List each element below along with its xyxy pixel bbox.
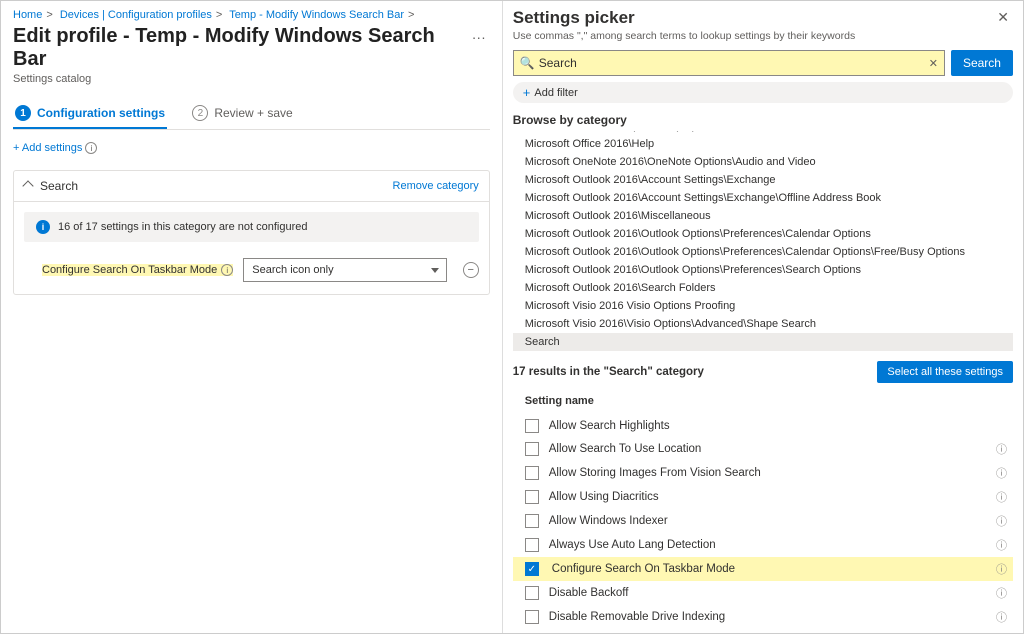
crumb-devices[interactable]: Devices | Configuration profiles bbox=[60, 9, 212, 21]
unconfigured-notice: i 16 of 17 settings in this category are… bbox=[24, 212, 479, 242]
checkbox[interactable] bbox=[525, 538, 539, 552]
setting-name: Always Use Auto Lang Detection bbox=[549, 539, 990, 551]
settings-list[interactable]: Allow Search Highlights Allow Search To U… bbox=[513, 415, 1013, 629]
tab-review-save[interactable]: 2Review + save bbox=[190, 99, 294, 127]
panel-subtitle: Use commas "," among search terms to loo… bbox=[513, 30, 1013, 42]
page-subtitle: Settings catalog bbox=[13, 73, 468, 85]
setting-name: Allow Using Diacritics bbox=[549, 491, 990, 503]
setting-row[interactable]: Allow Windows Indexer ⓘ bbox=[513, 509, 1013, 533]
checkbox[interactable] bbox=[525, 442, 539, 456]
category-item[interactable]: Microsoft OneNote 2016\OneNote Options\A… bbox=[513, 153, 1013, 171]
crumb-profile[interactable]: Temp - Modify Windows Search Bar bbox=[229, 9, 404, 21]
info-icon[interactable]: ⓘ bbox=[996, 465, 1007, 481]
setting-row[interactable]: Always Use Auto Lang Detection ⓘ bbox=[513, 533, 1013, 557]
checkbox[interactable] bbox=[525, 419, 539, 433]
page-title: Edit profile - Temp - Modify Windows Sea… bbox=[13, 25, 468, 71]
more-icon[interactable]: ··· bbox=[468, 25, 490, 49]
category-item[interactable]: Microsoft Visio 2016\Visio Options\Advan… bbox=[513, 315, 1013, 333]
remove-setting-button[interactable]: − bbox=[463, 262, 479, 278]
setting-row[interactable]: Allow Storing Images From Vision Search ⓘ bbox=[513, 461, 1013, 485]
crumb-home[interactable]: Home bbox=[13, 9, 42, 21]
category-item[interactable]: Microsoft Outlook 2016\Outlook Options\P… bbox=[513, 261, 1013, 279]
setting-row[interactable]: Disable Removable Drive Indexing ⓘ bbox=[513, 605, 1013, 629]
category-item[interactable]: Microsoft Outlook 2016\Outlook Options\P… bbox=[513, 225, 1013, 243]
category-section: Search Remove category i 16 of 17 settin… bbox=[13, 170, 490, 295]
setting-name: Allow Storing Images From Vision Search bbox=[549, 467, 990, 479]
setting-row[interactable]: Allow Using Diacritics ⓘ bbox=[513, 485, 1013, 509]
section-title: Search bbox=[40, 179, 78, 193]
info-icon: i bbox=[85, 142, 97, 154]
checkbox[interactable] bbox=[525, 586, 539, 600]
add-settings-link[interactable]: + Add settings i bbox=[13, 142, 97, 154]
category-item[interactable]: Microsoft Outlook 2016\Outlook Options\P… bbox=[513, 243, 1013, 261]
setting-label: Configure Search On Taskbar Mode i bbox=[42, 264, 233, 276]
category-item[interactable]: Microsoft Outlook 2016\Miscellaneous bbox=[513, 207, 1013, 225]
setting-name: Allow Windows Indexer bbox=[549, 515, 990, 527]
setting-name-header: Setting name bbox=[513, 389, 1013, 415]
category-list[interactable]: Microsoft Edge\Default search providerMi… bbox=[513, 131, 1013, 351]
checkbox[interactable] bbox=[525, 466, 539, 480]
search-icon: 🔍 bbox=[520, 56, 535, 70]
category-item[interactable]: Microsoft Office 2016\Help bbox=[513, 135, 1013, 153]
setting-value-dropdown[interactable]: Search icon only bbox=[243, 258, 446, 282]
category-item[interactable]: Search bbox=[513, 333, 1013, 351]
breadcrumb: Home> Devices | Configuration profiles> … bbox=[13, 9, 490, 21]
setting-row[interactable]: ✓ Configure Search On Taskbar Mode ⓘ bbox=[513, 557, 1013, 581]
info-icon[interactable]: ⓘ bbox=[996, 585, 1007, 601]
close-icon[interactable]: ✕ bbox=[993, 7, 1013, 28]
search-button[interactable]: Search bbox=[951, 50, 1013, 76]
browse-label: Browse by category bbox=[513, 113, 1013, 127]
info-icon[interactable]: ⓘ bbox=[996, 561, 1007, 577]
checkbox[interactable] bbox=[525, 490, 539, 504]
info-icon[interactable]: ⓘ bbox=[996, 609, 1007, 625]
wizard-tabs: 1Configuration settings 2Review + save bbox=[13, 99, 490, 130]
setting-name: Allow Search To Use Location bbox=[549, 443, 990, 455]
category-item[interactable]: Microsoft Visio 2016 Visio Options Proof… bbox=[513, 297, 1013, 315]
setting-row[interactable]: Disable Backoff ⓘ bbox=[513, 581, 1013, 605]
setting-name: Disable Removable Drive Indexing bbox=[549, 611, 990, 623]
category-item[interactable]: Microsoft Outlook 2016\Search Folders bbox=[513, 279, 1013, 297]
info-icon: i bbox=[36, 220, 50, 234]
remove-category-link[interactable]: Remove category bbox=[393, 180, 479, 192]
clear-search-icon[interactable]: ✕ bbox=[929, 57, 938, 70]
checkbox[interactable] bbox=[525, 514, 539, 528]
results-count: 17 results in the "Search" category bbox=[513, 366, 704, 378]
info-icon[interactable]: ⓘ bbox=[996, 441, 1007, 457]
info-icon[interactable]: ⓘ bbox=[996, 537, 1007, 553]
category-item[interactable]: Microsoft Outlook 2016\Account Settings\… bbox=[513, 189, 1013, 207]
info-icon[interactable]: ⓘ bbox=[996, 513, 1007, 529]
tab-config-settings[interactable]: 1Configuration settings bbox=[13, 99, 167, 129]
panel-title: Settings picker bbox=[513, 8, 635, 28]
checkbox[interactable]: ✓ bbox=[525, 562, 539, 576]
setting-name: Disable Backoff bbox=[549, 587, 990, 599]
select-all-button[interactable]: Select all these settings bbox=[877, 361, 1013, 383]
setting-name: Configure Search On Taskbar Mode bbox=[549, 562, 990, 576]
chevron-up-icon[interactable] bbox=[22, 180, 33, 191]
checkbox[interactable] bbox=[525, 610, 539, 624]
search-input[interactable]: 🔍 Search ✕ bbox=[513, 50, 945, 76]
category-item[interactable]: Microsoft Outlook 2016\Account Settings\… bbox=[513, 171, 1013, 189]
info-icon[interactable]: i bbox=[221, 264, 233, 276]
add-filter-button[interactable]: +Add filter bbox=[513, 82, 1013, 103]
setting-name: Allow Search Highlights bbox=[549, 420, 1007, 432]
info-icon[interactable]: ⓘ bbox=[996, 489, 1007, 505]
setting-row[interactable]: Allow Search Highlights bbox=[513, 415, 1013, 437]
setting-row[interactable]: Allow Search To Use Location ⓘ bbox=[513, 437, 1013, 461]
